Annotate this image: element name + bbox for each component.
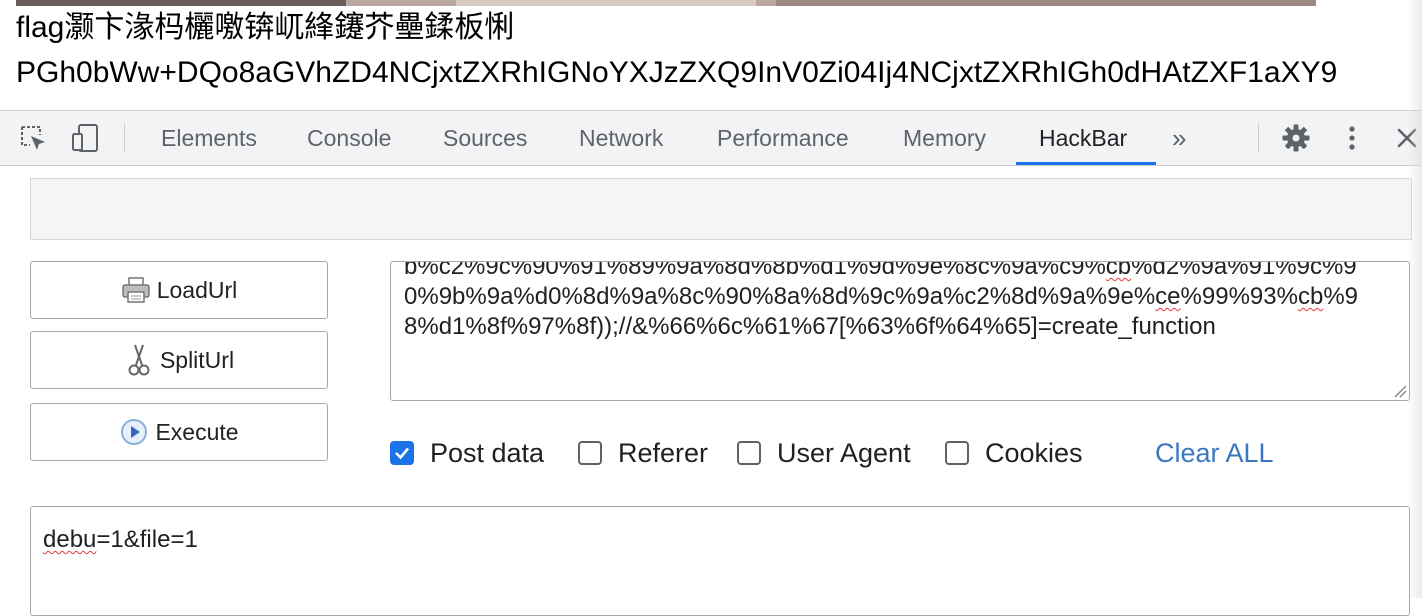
page-base64-line: PGh0bWw+DQo8aGVhZD4NCjxtZXRhIGNoYXJzZXQ9… xyxy=(16,56,1338,89)
page-content: flag灏卞湪杩欐噭锛屼綘鑳芥壘鍒板悧 PGh0bWw+DQo8aGVhZD4N… xyxy=(0,0,1422,110)
split-url-label: SplitUrl xyxy=(159,346,235,373)
split-url-button[interactable]: SplitUrl xyxy=(30,331,328,389)
load-url-label: LoadUrl xyxy=(156,276,238,303)
hackbar-panel: LoadUrl SplitUrl Execute b%c2%9c%90%91%8… xyxy=(0,166,1422,616)
referer-label: Referer xyxy=(618,437,709,468)
execute-button[interactable]: Execute xyxy=(30,403,328,461)
close-devtools-icon[interactable] xyxy=(1390,121,1422,155)
tab-performance[interactable]: Performance xyxy=(717,111,849,165)
cookies-checkbox[interactable] xyxy=(945,441,969,465)
hackbar-top-bar xyxy=(30,178,1412,240)
toolbar-divider xyxy=(1258,123,1259,153)
device-toolbar-icon[interactable] xyxy=(68,121,102,155)
toolbar-divider xyxy=(124,123,125,153)
devtools-toolbar: Elements Console Sources Network Perform… xyxy=(0,111,1422,166)
devtools-panel: Elements Console Sources Network Perform… xyxy=(0,110,1422,616)
post-data-checkbox[interactable] xyxy=(390,441,414,465)
referer-checkbox[interactable] xyxy=(578,441,602,465)
post-data-text: debu=1&file=1 xyxy=(43,526,198,553)
load-url-button[interactable]: LoadUrl xyxy=(30,261,328,319)
post-data-option[interactable]: Post data xyxy=(390,438,544,468)
tab-console[interactable]: Console xyxy=(307,111,391,165)
post-data-textarea[interactable]: debu=1&file=1 xyxy=(30,506,1410,616)
execute-label: Execute xyxy=(155,418,239,445)
more-options-kebab-icon[interactable] xyxy=(1335,121,1369,155)
play-icon xyxy=(119,417,149,447)
clear-all-link[interactable]: Clear ALL xyxy=(1155,438,1274,468)
user-agent-option[interactable]: User Agent xyxy=(737,438,911,468)
active-tab-indicator xyxy=(1016,162,1156,165)
page-image-strip xyxy=(16,0,1316,6)
tab-sources[interactable]: Sources xyxy=(443,111,527,165)
settings-gear-icon[interactable] xyxy=(1279,121,1313,155)
referer-option[interactable]: Referer xyxy=(578,438,708,468)
url-text: b%c2%9c%90%91%89%9a%8d%8b%d1%9d%9e%8c%9a… xyxy=(404,261,1358,340)
cookies-label: Cookies xyxy=(985,437,1083,468)
tab-hackbar[interactable]: HackBar xyxy=(1039,111,1127,165)
inspect-element-icon[interactable] xyxy=(16,121,50,155)
more-tabs-button[interactable]: » xyxy=(1172,111,1186,165)
user-agent-checkbox[interactable] xyxy=(737,441,761,465)
resize-handle-icon[interactable] xyxy=(1391,382,1407,398)
tab-elements[interactable]: Elements xyxy=(161,111,257,165)
page-text-line: flag灏卞湪杩欐噭锛屼綘鑳芥壘鍒板悧 xyxy=(16,11,515,44)
url-textarea[interactable]: b%c2%9c%90%91%89%9a%8d%8b%d1%9d%9e%8c%9a… xyxy=(390,261,1410,401)
cookies-option[interactable]: Cookies xyxy=(945,438,1083,468)
user-agent-label: User Agent xyxy=(777,437,911,468)
tab-network[interactable]: Network xyxy=(579,111,663,165)
scissors-icon xyxy=(124,344,154,376)
post-data-label: Post data xyxy=(430,437,545,468)
printer-icon xyxy=(121,275,151,305)
tab-memory[interactable]: Memory xyxy=(903,111,986,165)
